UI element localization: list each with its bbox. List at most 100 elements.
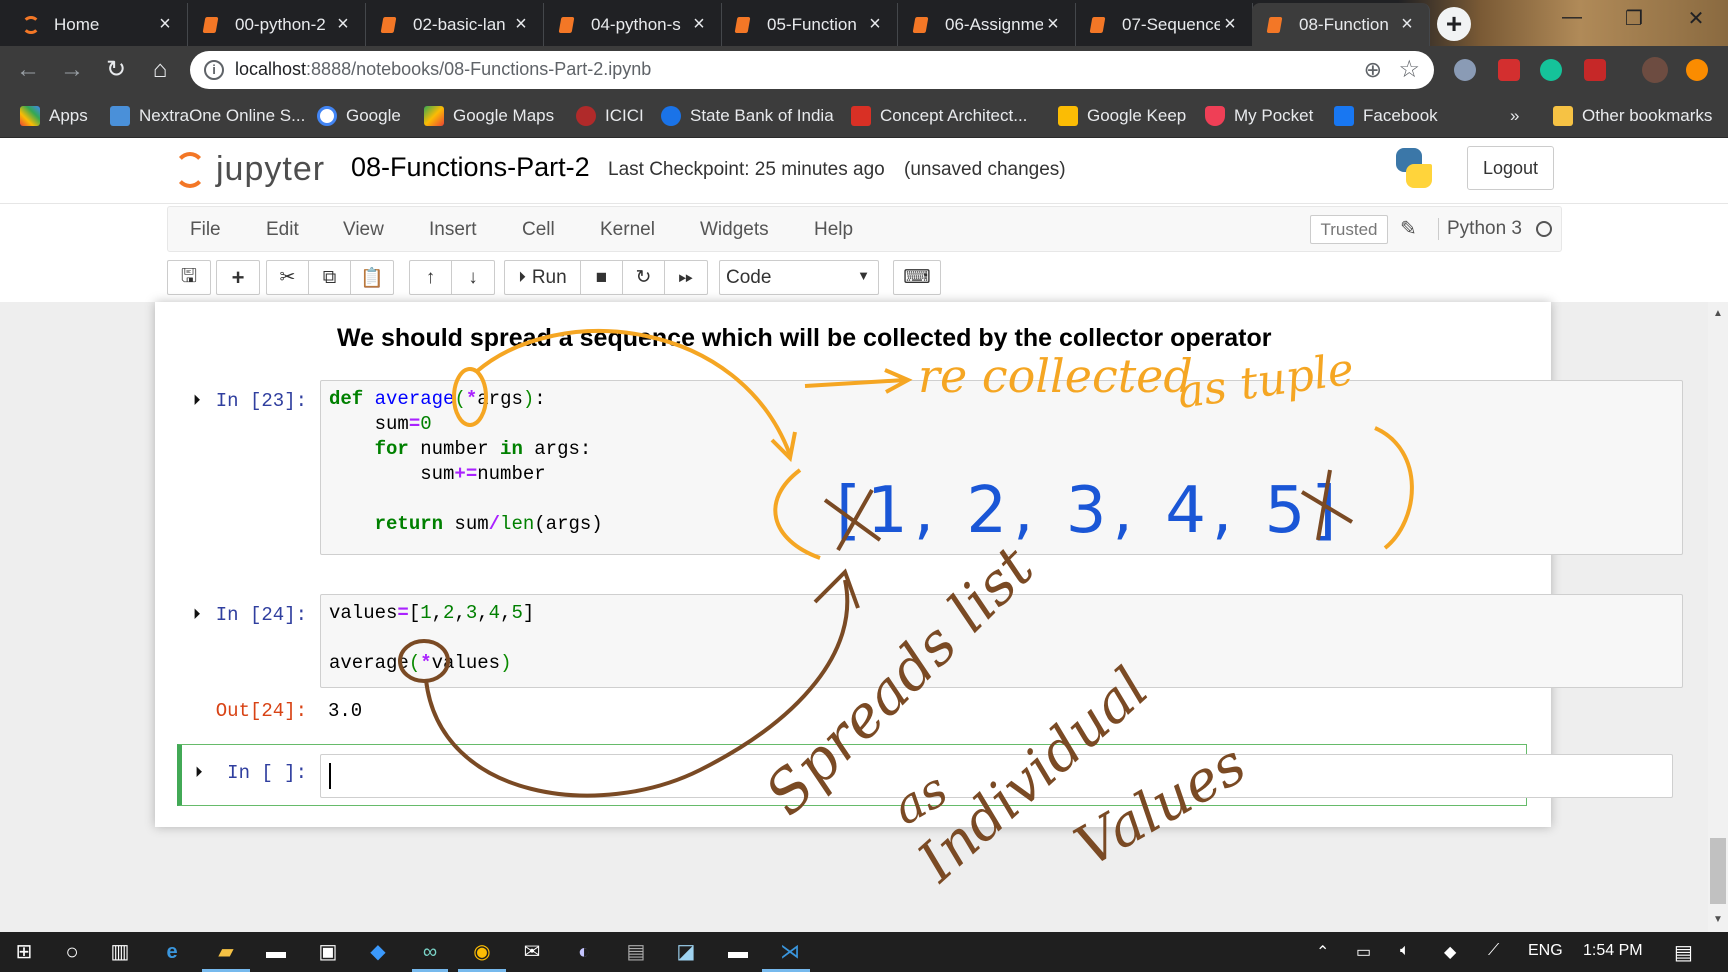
forward-icon[interactable]: → xyxy=(58,56,86,84)
menu-view[interactable]: View xyxy=(343,219,384,241)
language-indicator[interactable]: ENG xyxy=(1528,942,1563,960)
run-button[interactable]: ⏵︎ Run xyxy=(505,261,581,294)
chrome-icon[interactable]: ◉ xyxy=(470,940,494,964)
stop-icon[interactable]: ■ xyxy=(581,261,623,294)
fast-forward-icon[interactable]: ⏩︎ xyxy=(665,261,707,294)
notebook-name[interactable]: 08-Functions-Part-2 xyxy=(351,152,590,183)
bookmark-star-icon[interactable]: ☆ xyxy=(1398,55,1420,84)
extension-icon[interactable] xyxy=(1498,59,1520,81)
close-icon[interactable]: × xyxy=(865,13,885,36)
bookmark-google[interactable]: Google xyxy=(317,102,401,130)
file-explorer-icon[interactable]: ▰ xyxy=(214,940,238,964)
code-cell-input[interactable]: values=[1,2,3,4,5] average(*values) xyxy=(320,594,1683,688)
dropbox-tray-icon[interactable]: ◆ xyxy=(1444,942,1456,962)
code-text[interactable]: values=[1,2,3,4,5] average(*values) xyxy=(329,601,534,676)
home-icon[interactable]: ⌂ xyxy=(146,56,174,84)
code-text[interactable]: def average(*args): sum=0 for number in … xyxy=(329,387,603,537)
site-info-icon[interactable]: i xyxy=(204,60,224,80)
zoom-icon[interactable]: ⊕ xyxy=(1364,57,1382,83)
bookmark-apps[interactable]: Apps xyxy=(20,102,88,130)
trusted-indicator[interactable]: Trusted xyxy=(1310,215,1388,244)
new-tab-button[interactable]: + xyxy=(1437,7,1471,41)
cmd-icon[interactable]: ▬ xyxy=(726,940,750,964)
move-up-icon[interactable]: ↑ xyxy=(410,261,452,294)
menu-help[interactable]: Help xyxy=(814,219,853,241)
jupyter-logo[interactable]: jupyter xyxy=(170,148,330,192)
tab-08-functions-active[interactable]: 08-Function × xyxy=(1252,3,1430,46)
bookmark-concept-architect[interactable]: Concept Architect... xyxy=(851,102,1027,130)
task-view-icon[interactable]: ▥ xyxy=(108,940,132,964)
windows-start-icon[interactable]: ⊞ xyxy=(12,940,36,964)
bookmark-google-maps[interactable]: Google Maps xyxy=(424,102,554,130)
clock[interactable]: 1:54 PM xyxy=(1583,942,1643,960)
close-icon[interactable]: × xyxy=(511,13,531,36)
close-icon[interactable]: × xyxy=(1043,13,1063,36)
notifications-icon[interactable]: ▤ xyxy=(1674,940,1693,965)
scroll-down-icon[interactable]: ▼ xyxy=(1710,914,1726,925)
search-icon[interactable]: ○ xyxy=(60,940,84,964)
tab-00-python[interactable]: 00-python-2 × xyxy=(188,3,366,46)
close-icon[interactable]: × xyxy=(689,13,709,36)
app-icon[interactable]: ▤ xyxy=(624,940,648,964)
close-icon[interactable]: × xyxy=(1397,13,1417,36)
edge-icon[interactable]: e xyxy=(160,940,184,964)
tab-home[interactable]: Home × xyxy=(10,3,188,46)
cell-type-select[interactable]: Code ▼ xyxy=(719,260,879,295)
menu-kernel[interactable]: Kernel xyxy=(600,219,655,241)
close-icon[interactable]: × xyxy=(1220,13,1240,36)
close-window-icon[interactable]: ✕ xyxy=(1676,6,1716,31)
save-icon[interactable]: 🖫 xyxy=(168,261,210,294)
menu-cell[interactable]: Cell xyxy=(522,219,555,241)
bookmark-sbi[interactable]: State Bank of India xyxy=(661,102,834,130)
edit-pencil-icon[interactable]: ✎ xyxy=(1400,216,1417,241)
paste-icon[interactable]: 📋 xyxy=(351,261,393,294)
other-bookmarks[interactable]: Other bookmarks xyxy=(1553,102,1712,130)
battery-icon[interactable]: ▭ xyxy=(1356,942,1371,962)
mail-icon[interactable]: ✉ xyxy=(520,940,544,964)
keyboard-icon[interactable]: ⌨ xyxy=(894,261,940,294)
terminal-icon[interactable]: ▬ xyxy=(264,940,288,964)
update-icon[interactable] xyxy=(1686,59,1708,81)
copy-icon[interactable]: ⧉ xyxy=(309,261,351,294)
restart-icon[interactable]: ↻ xyxy=(623,261,665,294)
grammarly-icon[interactable] xyxy=(1540,59,1562,81)
bookmark-icici[interactable]: ICICI xyxy=(576,102,644,130)
close-icon[interactable]: × xyxy=(333,13,353,36)
menu-widgets[interactable]: Widgets xyxy=(700,219,769,241)
address-bar[interactable]: i localhost:8888/notebooks/08-Functions-… xyxy=(190,51,1434,89)
kernel-name[interactable]: Python 3 xyxy=(1438,218,1522,240)
back-icon[interactable]: ← xyxy=(14,56,42,84)
empty-code-input[interactable] xyxy=(320,754,1673,798)
menu-edit[interactable]: Edit xyxy=(266,219,299,241)
scrollbar-thumb[interactable] xyxy=(1710,838,1726,904)
bookmark-facebook[interactable]: Facebook xyxy=(1334,102,1438,130)
insert-cell-icon[interactable]: + xyxy=(217,261,259,294)
code-cell-input[interactable]: def average(*args): sum=0 for number in … xyxy=(320,380,1683,555)
infinity-app-icon[interactable]: ∞ xyxy=(418,940,442,964)
url-text[interactable]: localhost:8888/notebooks/08-Functions-Pa… xyxy=(235,59,651,80)
tab-05-functions[interactable]: 05-Function × xyxy=(720,3,898,46)
tab-02-basic[interactable]: 02-basic-lan × xyxy=(366,3,544,46)
network-icon[interactable]: ⟋ xyxy=(1488,942,1499,960)
dropbox-icon[interactable]: ◆ xyxy=(366,940,390,964)
bookmark-my-pocket[interactable]: My Pocket xyxy=(1205,102,1313,130)
reload-icon[interactable]: ↻ xyxy=(102,56,130,84)
app-icon[interactable]: ◪ xyxy=(674,940,698,964)
tab-07-sequence[interactable]: 07-Sequence × xyxy=(1075,3,1253,46)
profile-avatar[interactable] xyxy=(1642,57,1668,83)
minimize-icon[interactable]: — xyxy=(1552,6,1592,29)
menu-insert[interactable]: Insert xyxy=(429,219,477,241)
restore-icon[interactable]: ❐ xyxy=(1614,6,1654,31)
gmail-extension-icon[interactable] xyxy=(1584,59,1606,81)
tab-04-python[interactable]: 04-python-s × xyxy=(544,3,722,46)
extension-icon[interactable] xyxy=(1454,59,1476,81)
vscode-icon[interactable]: ⋊ xyxy=(778,940,802,964)
menu-file[interactable]: File xyxy=(190,219,221,241)
bookmark-nextraone[interactable]: NextraOne Online S... xyxy=(110,102,305,130)
more-bookmarks-button[interactable]: » xyxy=(1510,102,1519,130)
move-down-icon[interactable]: ↓ xyxy=(452,261,494,294)
tray-chevron-icon[interactable]: ⌃ xyxy=(1316,942,1329,962)
scroll-up-icon[interactable]: ▲ xyxy=(1710,308,1726,319)
close-icon[interactable]: × xyxy=(155,13,175,36)
run-cell-icon[interactable]: ⏵︎ xyxy=(195,763,203,781)
